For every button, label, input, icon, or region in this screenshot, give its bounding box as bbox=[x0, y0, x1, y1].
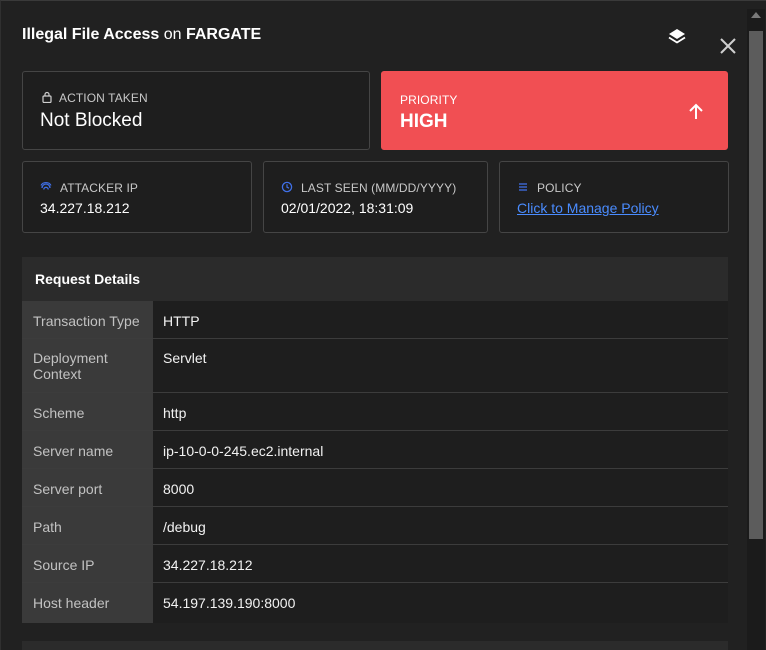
modal-title: Illegal File Access on FARGATE bbox=[22, 26, 261, 44]
action-taken-card: ACTION TAKEN Not Blocked bbox=[22, 71, 370, 150]
title-connector: on bbox=[163, 26, 182, 43]
detail-key: Server port bbox=[22, 469, 153, 506]
scrollbar-thumb[interactable] bbox=[749, 31, 763, 539]
next-section-header bbox=[22, 641, 728, 650]
clock-icon bbox=[281, 181, 293, 193]
detail-row-server-port: Server port 8000 bbox=[22, 469, 728, 507]
scroll-up-arrow-icon[interactable] bbox=[751, 12, 761, 18]
detail-key: Host header bbox=[22, 583, 153, 623]
manage-policy-link[interactable]: Click to Manage Policy bbox=[517, 200, 659, 216]
detail-value: /debug bbox=[153, 507, 728, 544]
detail-value: 54.197.139.190:8000 bbox=[153, 583, 728, 623]
detail-row-transaction-type: Transaction Type HTTP bbox=[22, 301, 728, 339]
attacker-ip-label: ATTACKER IP bbox=[60, 181, 138, 195]
policy-value: Click to Manage Policy bbox=[517, 200, 659, 216]
application-name: FARGATE bbox=[185, 26, 262, 43]
close-icon[interactable] bbox=[717, 35, 739, 57]
detail-key: Server name bbox=[22, 431, 153, 468]
detail-key: Path bbox=[22, 507, 153, 544]
vertical-scrollbar[interactable] bbox=[747, 9, 765, 650]
detail-key: Scheme bbox=[22, 393, 153, 430]
event-details-modal: Illegal File Access on FARGATE ACTION TA… bbox=[0, 0, 766, 650]
fingerprint-icon bbox=[40, 182, 52, 190]
attacker-ip-label-row: ATTACKER IP bbox=[40, 181, 138, 195]
detail-value: Servlet bbox=[153, 339, 728, 392]
priority-value: HIGH bbox=[400, 111, 448, 132]
last-seen-value: 02/01/2022, 18:31:09 bbox=[281, 200, 414, 216]
detail-key: Transaction Type bbox=[22, 301, 153, 338]
action-taken-label: ACTION TAKEN bbox=[59, 91, 148, 105]
request-details-table: Request Details Transaction Type HTTP De… bbox=[22, 257, 728, 623]
detail-row-scheme: Scheme http bbox=[22, 393, 728, 431]
detail-key: Deployment Context bbox=[22, 339, 153, 392]
list-icon bbox=[519, 183, 527, 191]
detail-value: http bbox=[153, 393, 728, 430]
lock-icon bbox=[42, 91, 52, 103]
detail-key: Source IP bbox=[22, 545, 153, 582]
detail-row-path: Path /debug bbox=[22, 507, 728, 545]
action-taken-value: Not Blocked bbox=[40, 110, 143, 131]
policy-card: POLICY Click to Manage Policy bbox=[499, 161, 729, 233]
detail-row-host-header: Host header 54.197.139.190:8000 bbox=[22, 583, 728, 623]
detail-value: 8000 bbox=[153, 469, 728, 506]
detail-value: ip-10-0-0-245.ec2.internal bbox=[153, 431, 728, 468]
last-seen-label-row: LAST SEEN (MM/DD/YYYY) bbox=[281, 181, 456, 195]
detail-row-deployment-context: Deployment Context Servlet bbox=[22, 339, 728, 393]
action-taken-label-row: ACTION TAKEN bbox=[41, 91, 148, 105]
detail-row-server-name: Server name ip-10-0-0-245.ec2.internal bbox=[22, 431, 728, 469]
priority-card: PRIORITY HIGH bbox=[381, 71, 728, 150]
arrow-up-icon bbox=[689, 103, 703, 119]
attacker-ip-card: ATTACKER IP 34.227.18.212 bbox=[22, 161, 252, 233]
layers-icon[interactable] bbox=[667, 27, 687, 47]
policy-label-row: POLICY bbox=[517, 181, 582, 195]
priority-label: PRIORITY bbox=[400, 93, 458, 107]
detail-row-source-ip: Source IP 34.227.18.212 bbox=[22, 545, 728, 583]
last-seen-card: LAST SEEN (MM/DD/YYYY) 02/01/2022, 18:31… bbox=[263, 161, 488, 233]
detail-value: 34.227.18.212 bbox=[153, 545, 728, 582]
policy-label: POLICY bbox=[537, 181, 582, 195]
event-type-title: Illegal File Access bbox=[22, 26, 160, 43]
attacker-ip-value: 34.227.18.212 bbox=[40, 200, 130, 216]
request-details-title: Request Details bbox=[22, 257, 728, 301]
detail-value: HTTP bbox=[153, 301, 728, 338]
last-seen-label: LAST SEEN (MM/DD/YYYY) bbox=[301, 181, 457, 195]
